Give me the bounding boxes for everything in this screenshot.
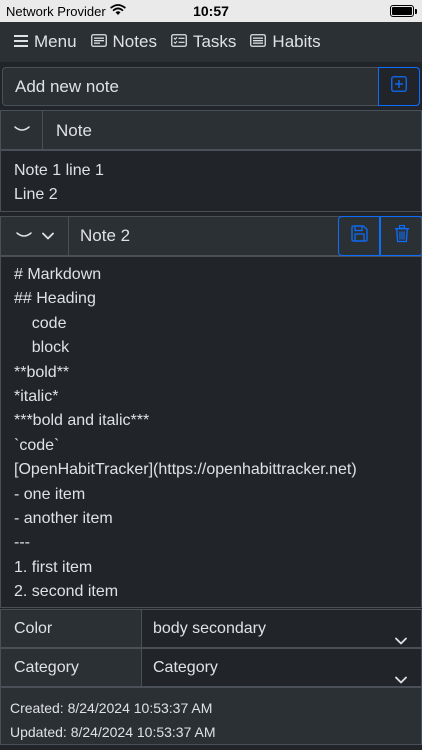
note1-line: Line 2 xyxy=(14,186,58,203)
note2-header: Note 2 xyxy=(0,216,422,256)
note1-title[interactable]: Note xyxy=(56,121,92,141)
nav-habits-label: Habits xyxy=(272,32,321,51)
hamburger-icon xyxy=(14,32,28,52)
add-note-button[interactable] xyxy=(378,67,420,106)
delete-button[interactable] xyxy=(380,216,422,256)
nav-menu-label: Menu xyxy=(34,32,77,51)
nav-notes-label: Notes xyxy=(112,32,157,51)
updated-timestamp: Updated: 8/24/2024 10:53:37 AM xyxy=(10,724,216,740)
status-bar: Network Provider 10:57 xyxy=(0,0,422,22)
note1-header: Note xyxy=(0,110,422,150)
plus-square-icon xyxy=(391,76,407,97)
battery-icon xyxy=(390,5,414,17)
note-metadata: Created: 8/24/2024 10:53:37 AM Updated: … xyxy=(0,687,422,745)
add-note-row: Add new note xyxy=(2,67,420,106)
note1-collapse-button[interactable] xyxy=(1,111,43,149)
note1-content[interactable]: Note 1 line 1 Line 2 xyxy=(0,150,422,212)
nav-tasks-label: Tasks xyxy=(192,32,237,51)
color-select[interactable]: body secondary xyxy=(142,610,421,647)
nav-habits[interactable]: Habits xyxy=(250,32,321,52)
category-label: Category xyxy=(1,649,142,686)
category-field: Category Category xyxy=(0,648,422,687)
color-label: Color xyxy=(1,610,142,647)
note-card-icon xyxy=(90,32,107,52)
chevron-down-icon xyxy=(41,227,54,245)
nav-notes[interactable]: Notes xyxy=(90,32,157,52)
collapse-arc-icon xyxy=(15,227,32,245)
battery-tip xyxy=(415,9,417,14)
save-button[interactable] xyxy=(338,216,380,256)
add-note-input[interactable]: Add new note xyxy=(3,68,378,105)
note2-content-textarea[interactable]: # Markdown ## Heading code block **bold*… xyxy=(0,256,422,608)
trash-icon xyxy=(394,224,410,248)
checklist-icon xyxy=(171,32,187,52)
navbar: Menu Notes Tasks Habits xyxy=(0,22,422,62)
clock: 10:57 xyxy=(193,3,229,19)
note2-title-input[interactable]: Note 2 xyxy=(69,217,337,255)
color-select-value: body secondary xyxy=(153,620,266,637)
created-timestamp: Created: 8/24/2024 10:53:37 AM xyxy=(10,700,213,716)
category-select[interactable]: Category xyxy=(142,649,421,686)
list-card-icon xyxy=(250,32,267,52)
note1-line: Note 1 line 1 xyxy=(14,162,104,179)
chevron-down-icon xyxy=(13,121,30,139)
note2-collapse-button[interactable] xyxy=(1,217,69,255)
color-field: Color body secondary xyxy=(0,609,422,648)
floppy-disk-icon xyxy=(350,225,368,247)
category-select-value: Category xyxy=(153,659,218,676)
nav-tasks[interactable]: Tasks xyxy=(171,32,236,52)
nav-menu[interactable]: Menu xyxy=(14,32,77,52)
